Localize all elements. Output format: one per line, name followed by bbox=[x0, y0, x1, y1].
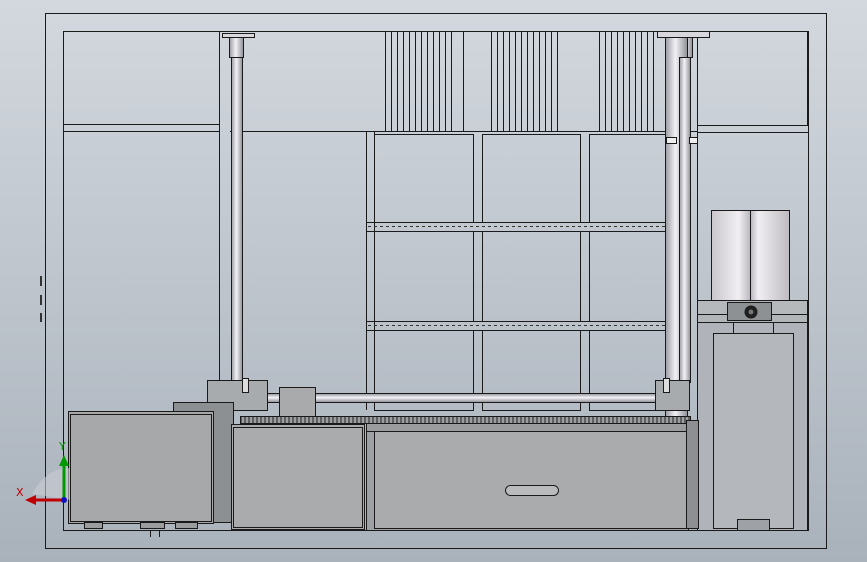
axis-x-label: X bbox=[16, 486, 24, 499]
right-cabinet bbox=[697, 314, 808, 531]
motor-box bbox=[231, 424, 365, 530]
panel-top-right bbox=[697, 31, 808, 126]
left-box bbox=[68, 402, 234, 537]
drawer-box bbox=[366, 431, 689, 531]
top-grille bbox=[385, 31, 654, 131]
axis-y-label: Y bbox=[59, 440, 66, 453]
chain-conveyor bbox=[240, 416, 691, 424]
machine-drawing bbox=[25, 13, 827, 549]
drum-pair bbox=[697, 210, 808, 321]
panel-top-left bbox=[63, 31, 220, 125]
shelf-grid bbox=[366, 134, 688, 411]
axis-triad bbox=[25, 455, 70, 505]
cad-viewport[interactable]: X Y bbox=[0, 0, 867, 562]
left-column bbox=[222, 33, 255, 383]
